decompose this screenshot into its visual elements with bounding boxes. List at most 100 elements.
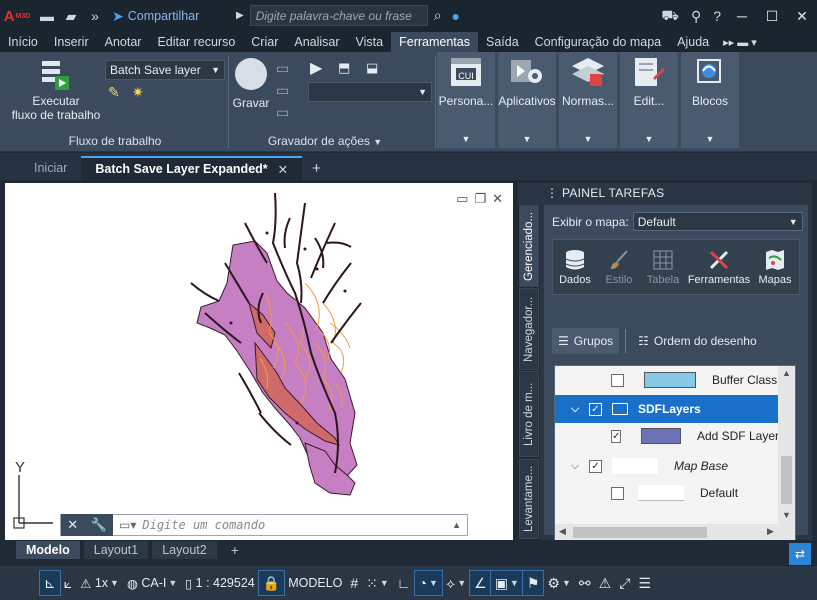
task-pane-vertical-tab[interactable]: Livro de m... xyxy=(519,371,539,457)
add-layout-button[interactable]: + xyxy=(221,541,249,559)
command-input[interactable] xyxy=(142,518,323,532)
units-icon[interactable]: ⚯ xyxy=(575,571,595,595)
layer-visibility-checkbox[interactable]: ✓ xyxy=(611,429,622,443)
map-select[interactable]: Default ▼ xyxy=(632,212,803,231)
layer-tree-hscroll[interactable]: ◀ ▶ xyxy=(555,524,795,541)
ribbon-tile-cui[interactable]: CUI Persona... ▼ xyxy=(437,52,495,148)
close-command-icon[interactable]: ✕ xyxy=(67,517,78,533)
workspace-gear-icon[interactable]: ⚙ ▼ xyxy=(543,571,574,595)
layer-row[interactable]: ✓ Add SDF Layer xyxy=(555,422,779,450)
menu-tab[interactable]: Ferramentas xyxy=(391,32,478,52)
groups-button[interactable]: ☰ Grupos xyxy=(552,328,620,354)
scroll-thumb[interactable] xyxy=(781,456,792,504)
connect-icon[interactable]: ⚲ xyxy=(691,8,701,25)
task-pane-vertical-tab[interactable]: Navegador... xyxy=(519,288,539,370)
menu-tab[interactable]: Anotar xyxy=(97,32,150,52)
task-pane-vertical-tab[interactable]: Levantame... xyxy=(519,459,539,539)
edit-workflow-icon[interactable]: ✎ xyxy=(108,84,120,101)
scroll-left-icon[interactable]: ◀ xyxy=(559,526,566,537)
model-space-button[interactable]: MODELO xyxy=(284,571,346,595)
share-button[interactable]: ➤ Compartilhar xyxy=(112,8,199,25)
ribbon-tile-edit[interactable]: Edit... ▼ xyxy=(620,52,678,148)
layer-row[interactable]: ⌵ ✓ SDFLayers xyxy=(555,395,779,423)
fullscreen-icon[interactable]: ⤢ xyxy=(615,571,634,595)
ribbon-tile-applications[interactable]: Aplicativos ▼ xyxy=(498,52,556,148)
sync-icon[interactable]: ⇄ xyxy=(789,543,811,565)
search-expand-icon[interactable]: ▶ xyxy=(236,10,244,21)
menu-tab[interactable]: Vista xyxy=(348,32,392,52)
chevron-down-icon[interactable]: ▼ xyxy=(437,134,495,144)
layer-visibility-checkbox[interactable]: ✓ xyxy=(589,459,602,473)
close-button[interactable]: ✕ xyxy=(787,0,817,32)
layer-row[interactable]: Buffer Class xyxy=(555,366,779,394)
macro-select[interactable]: ▼ xyxy=(308,82,432,102)
menu-tab[interactable]: Ajuda xyxy=(669,32,717,52)
layout-tab[interactable]: Layout2 xyxy=(152,541,217,559)
lock-icon[interactable]: 🔒 xyxy=(257,570,286,596)
layer-visibility-checkbox[interactable] xyxy=(611,486,624,500)
isodraft-icon[interactable]: ⟡ ▼ xyxy=(442,571,470,595)
app-logo-icon[interactable]: A M3D xyxy=(0,0,34,32)
workflow-select[interactable]: Batch Save layer ▼ xyxy=(105,60,225,80)
coordinate-system[interactable]: ◍ CA-I ▼ xyxy=(123,571,181,595)
command-prompt[interactable]: ▭▾ xyxy=(113,518,323,532)
task-pane-vertical-tab[interactable]: Gerenciado... xyxy=(519,205,539,287)
search-icon[interactable]: ⌕ xyxy=(434,7,442,24)
object-snap-track-icon[interactable]: ∠ xyxy=(469,570,492,596)
layer-visibility-checkbox[interactable]: ✓ xyxy=(589,402,602,416)
annotation-visibility-icon[interactable]: ⚑ xyxy=(521,570,545,596)
grid-icon[interactable]: # xyxy=(346,571,362,595)
drawing-canvas[interactable]: ▭ ❐ ✕ Y ✕ 🔧 ▭▾ Digite um comando ▲ xyxy=(5,183,513,540)
help-icon[interactable]: ? xyxy=(713,8,721,24)
cart-icon[interactable]: ⛟ xyxy=(661,7,679,26)
menu-tab[interactable]: Editar recurso xyxy=(149,32,243,52)
layer-row[interactable]: ⌵ ✓ Map Base xyxy=(555,452,779,480)
close-tab-icon[interactable]: ✕ xyxy=(278,162,288,177)
maximize-button[interactable]: ☐ xyxy=(757,0,787,32)
ribbon-tile-standards[interactable]: Normas... ▼ xyxy=(559,52,617,148)
more-tools-icon[interactable]: » xyxy=(86,7,104,25)
search-input[interactable] xyxy=(249,5,428,26)
snap-icon[interactable]: ⁙ ▼ xyxy=(362,571,393,595)
new-file-icon[interactable]: ▬ xyxy=(38,7,56,25)
new-workflow-icon[interactable]: ✷ xyxy=(132,84,144,101)
macro-save-icon[interactable]: ⬒ xyxy=(338,60,350,76)
annotation-scale[interactable]: ⚠ 1x ▼ xyxy=(76,571,123,595)
layout-tab[interactable]: Modelo xyxy=(16,541,80,559)
scroll-right-icon[interactable]: ▶ xyxy=(767,526,774,537)
command-history-icon[interactable]: ▭▾ xyxy=(119,518,136,532)
insert-message-icon[interactable]: ▭ xyxy=(276,60,289,77)
macro-manager-icon[interactable]: ⬓ xyxy=(366,60,378,76)
tool-database[interactable]: Dados xyxy=(553,240,597,294)
tab-start[interactable]: Iniciar xyxy=(20,156,81,180)
tool-maps[interactable]: Mapas xyxy=(753,240,797,294)
collapse-chevron-icon[interactable]: ⌵ xyxy=(567,403,583,416)
collapse-chevron-icon[interactable]: ⌵ xyxy=(567,460,583,473)
run-workflow-button[interactable]: Executar fluxo de trabalho xyxy=(8,58,104,122)
menu-tab[interactable]: Criar xyxy=(243,32,286,52)
scroll-up-icon[interactable]: ▲ xyxy=(778,368,795,378)
chevron-down-icon[interactable]: ▼ xyxy=(559,134,617,144)
record-button[interactable]: Gravar xyxy=(232,58,270,110)
chevron-down-icon[interactable]: ▼ xyxy=(681,134,739,144)
user-icon[interactable]: ● xyxy=(452,8,460,24)
chevron-up-icon[interactable]: ▲ xyxy=(452,520,461,530)
customize-command-icon[interactable]: 🔧 xyxy=(91,517,107,533)
customize-menu-icon[interactable]: ☰ xyxy=(634,571,655,595)
map-scale[interactable]: ▯ 1 : 429524 xyxy=(181,571,258,595)
base-point-icon[interactable]: ▭ xyxy=(276,104,289,121)
more-tabs-icon[interactable]: ▸▸ ▬ ▾ xyxy=(717,32,763,52)
menu-tab[interactable]: Saída xyxy=(478,32,527,52)
ribbon-tile-blocks[interactable]: Blocos ▼ xyxy=(681,52,739,148)
ucs-status-icon[interactable]: ⊾ xyxy=(39,570,61,596)
chevron-down-icon[interactable]: ▼ xyxy=(498,134,556,144)
menu-tab[interactable]: Configuração do mapa xyxy=(527,32,669,52)
scroll-thumb[interactable] xyxy=(573,527,707,538)
tab-drawing[interactable]: Batch Save Layer Expanded* ✕ xyxy=(81,156,303,180)
play-icon[interactable]: ▶ xyxy=(310,58,322,78)
request-input-icon[interactable]: ▭ xyxy=(276,82,289,99)
tool-tools[interactable]: Ferramentas xyxy=(685,240,753,294)
menu-tab[interactable]: Início xyxy=(0,32,46,52)
polar-icon[interactable]: ◔ ▼ xyxy=(413,570,443,596)
open-folder-icon[interactable]: ▰ xyxy=(62,7,80,25)
